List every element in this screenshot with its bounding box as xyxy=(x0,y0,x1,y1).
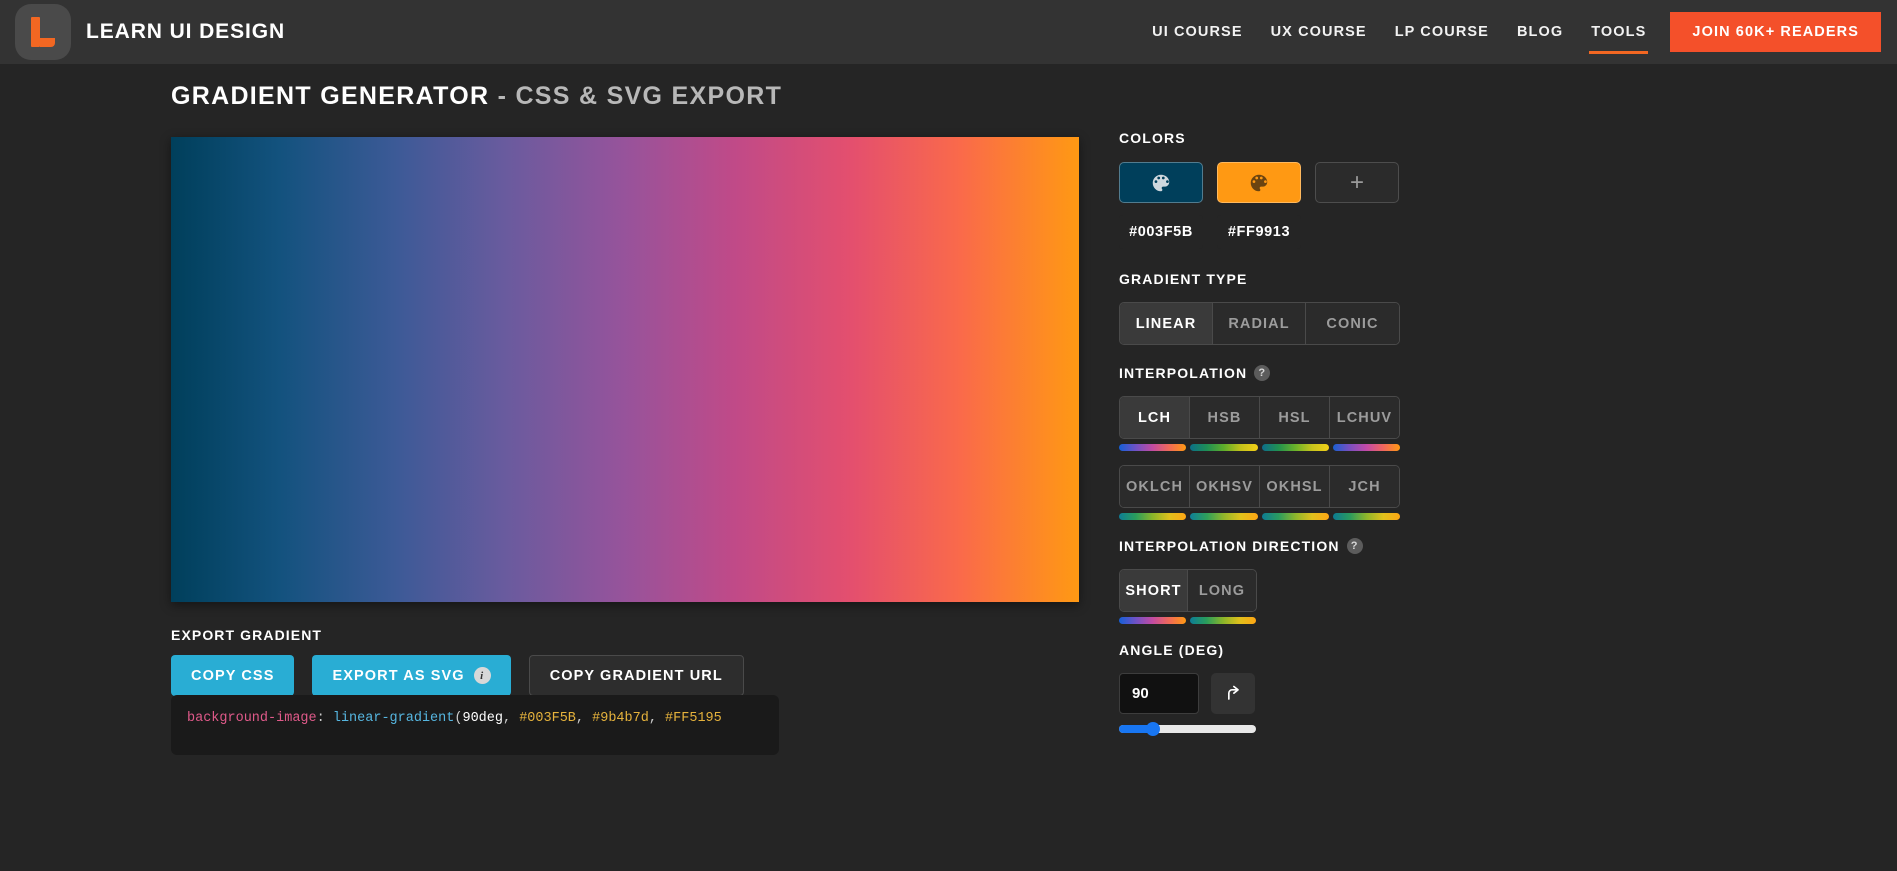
nav-item-ux-course[interactable]: UX COURSE xyxy=(1257,0,1381,64)
code-property: background-image xyxy=(187,711,317,726)
angle-label: ANGLE (DEG) xyxy=(1119,642,1225,658)
angle-row xyxy=(1119,673,1419,714)
interpolation-jch[interactable]: JCH xyxy=(1330,466,1399,507)
question-mark-icon[interactable]: ? xyxy=(1254,365,1271,381)
interpolation-preview-bars-2 xyxy=(1119,513,1400,520)
interpolation-hsl[interactable]: HSL xyxy=(1260,397,1330,438)
interpolation-lchuv[interactable]: LCHUV xyxy=(1330,397,1399,438)
code-comma-3: , xyxy=(648,711,666,726)
interpolation-row-1: LCH HSB HSL LCHUV xyxy=(1119,396,1400,439)
color-hex-row: #003F5B #FF9913 xyxy=(1119,215,1419,249)
question-mark-icon[interactable]: ? xyxy=(1346,538,1363,554)
code-comma-2: , xyxy=(575,711,593,726)
brand-title: LEARN UI DESIGN xyxy=(86,20,286,43)
angle-input[interactable] xyxy=(1119,673,1199,714)
copy-gradient-url-button[interactable]: COPY GRADIENT URL xyxy=(528,655,744,696)
nav-item-blog[interactable]: BLOG xyxy=(1503,0,1577,64)
interpolation-preview-lch xyxy=(1119,444,1187,451)
interpolation-preview-bars-1 xyxy=(1119,444,1400,451)
code-angle: 90deg xyxy=(462,711,503,726)
colors-label: COLORS xyxy=(1119,130,1186,146)
direction-preview-bars xyxy=(1119,617,1256,624)
gradient-type-label: GRADIENT TYPE xyxy=(1119,271,1248,287)
code-stop-1: #003F5B xyxy=(519,711,576,726)
controls-sidebar: COLORS + #003F5B #FF9913 GRADIENT TYPE L… xyxy=(1119,130,1419,736)
interpolation-row-2: OKLCH OKHSV OKHSL JCH xyxy=(1119,465,1400,508)
angle-slider-thumb[interactable] xyxy=(1146,722,1161,736)
gradient-type-conic[interactable]: CONIC xyxy=(1306,303,1399,344)
rotate-arrow-icon xyxy=(1228,685,1239,700)
interpolation-label: INTERPOLATION ? xyxy=(1119,365,1419,381)
color-hex-2[interactable]: #FF9913 xyxy=(1217,215,1301,249)
logo-link[interactable] xyxy=(0,0,86,64)
rotate-angle-button[interactable] xyxy=(1211,673,1255,714)
nav-item-lp-course[interactable]: LP COURSE xyxy=(1381,0,1503,64)
palette-icon xyxy=(1152,174,1170,191)
main-content: EXPORT GRADIENT COPY CSS EXPORT AS SVG i… xyxy=(0,64,1897,871)
interpolation-oklch[interactable]: OKLCH xyxy=(1120,466,1190,507)
export-gradient-label: EXPORT GRADIENT xyxy=(171,627,323,643)
interpolation-grid: LCH HSB HSL LCHUV OKLCH OKHSV OKHSL JCH xyxy=(1119,396,1419,520)
nav-item-ui-course[interactable]: UI COURSE xyxy=(1138,0,1256,64)
copy-css-button[interactable]: COPY CSS xyxy=(171,655,295,696)
gradient-type-linear[interactable]: LINEAR xyxy=(1120,303,1213,344)
interpolation-hsb[interactable]: HSB xyxy=(1190,397,1260,438)
interpolation-preview-okhsv xyxy=(1190,513,1258,520)
code-stop-2: #9b4b7d xyxy=(592,711,649,726)
interpolation-direction-short[interactable]: SHORT xyxy=(1120,570,1188,611)
interpolation-lch[interactable]: LCH xyxy=(1120,397,1190,438)
interpolation-preview-lchuv xyxy=(1332,444,1400,451)
interpolation-direction-label: INTERPOLATION DIRECTION ? xyxy=(1119,538,1419,554)
interpolation-okhsl[interactable]: OKHSL xyxy=(1260,466,1330,507)
direction-preview-long xyxy=(1189,617,1256,624)
angle-slider[interactable] xyxy=(1119,722,1256,736)
code-stop-3: #FF5195 xyxy=(665,711,722,726)
code-comma-1: , xyxy=(503,711,520,726)
export-gradient-section: EXPORT GRADIENT COPY CSS EXPORT AS SVG i… xyxy=(171,627,1079,696)
direction-preview-short xyxy=(1119,617,1186,624)
add-color-button[interactable]: + xyxy=(1315,162,1399,203)
learn-ui-design-logo-icon xyxy=(15,4,71,60)
gradient-type-group: LINEAR RADIAL CONIC xyxy=(1119,302,1400,345)
export-as-svg-button[interactable]: EXPORT AS SVG i xyxy=(312,655,511,696)
interpolation-preview-okhsl xyxy=(1261,513,1329,520)
code-colon: : xyxy=(316,711,325,726)
color-swatch-1[interactable] xyxy=(1119,162,1203,203)
interpolation-direction-label-text: INTERPOLATION DIRECTION xyxy=(1119,538,1340,554)
palette-icon xyxy=(1250,174,1268,191)
export-as-svg-label: EXPORT AS SVG xyxy=(332,667,465,684)
interpolation-preview-hsl xyxy=(1261,444,1329,451)
interpolation-label-text: INTERPOLATION xyxy=(1119,365,1248,381)
join-readers-button[interactable]: JOIN 60K+ READERS xyxy=(1670,12,1881,52)
main-nav: UI COURSE UX COURSE LP COURSE BLOG TOOLS… xyxy=(1138,0,1897,64)
nav-item-tools[interactable]: TOOLS xyxy=(1577,0,1660,64)
info-icon[interactable]: i xyxy=(473,667,491,684)
interpolation-preview-oklch xyxy=(1119,513,1187,520)
interpolation-direction-group: SHORT LONG xyxy=(1119,569,1257,612)
color-hex-1[interactable]: #003F5B xyxy=(1119,215,1203,249)
interpolation-preview-jch xyxy=(1332,513,1400,520)
interpolation-direction-long[interactable]: LONG xyxy=(1188,570,1256,611)
css-code-output[interactable]: background-image: linear-gradient(90deg,… xyxy=(171,695,779,755)
code-function: linear-gradient xyxy=(332,711,455,726)
color-swatch-2[interactable] xyxy=(1217,162,1301,203)
interpolation-okhsv[interactable]: OKHSV xyxy=(1190,466,1260,507)
gradient-preview-canvas xyxy=(171,137,1079,602)
gradient-type-radial[interactable]: RADIAL xyxy=(1213,303,1306,344)
site-header: LEARN UI DESIGN UI COURSE UX COURSE LP C… xyxy=(0,0,1897,64)
interpolation-preview-hsb xyxy=(1190,444,1258,451)
color-swatch-row: + xyxy=(1119,162,1419,203)
